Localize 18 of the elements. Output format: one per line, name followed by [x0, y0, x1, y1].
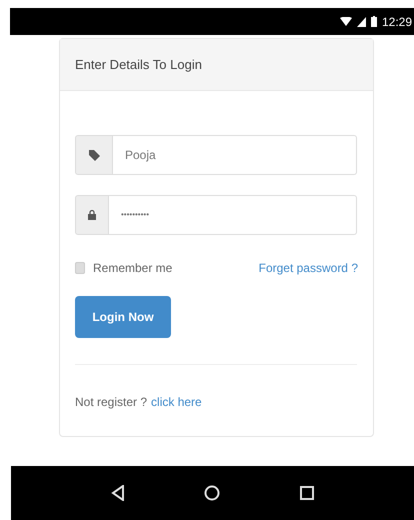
register-prompt: Not register ?	[75, 394, 148, 411]
login-button[interactable]: Login Now	[75, 296, 171, 338]
remember-label: Remember me	[93, 260, 172, 277]
status-time: 12:29	[382, 14, 412, 30]
recents-icon[interactable]	[300, 486, 314, 500]
home-icon[interactable]	[204, 485, 220, 501]
lock-icon	[88, 210, 96, 220]
tag-icon	[88, 150, 100, 160]
remember-checkbox[interactable]	[75, 262, 85, 274]
forgot-password-link[interactable]: Forget password ?	[258, 259, 358, 277]
password-field[interactable]: ••••••••••	[109, 195, 357, 235]
signal-icon	[356, 16, 366, 26]
username-field[interactable]: Pooja	[113, 135, 357, 175]
card-title: Enter Details To Login	[75, 56, 202, 74]
register-link[interactable]: click here	[151, 393, 202, 411]
battery-icon	[370, 16, 377, 27]
wifi-icon	[340, 16, 352, 26]
back-icon[interactable]	[110, 485, 125, 501]
